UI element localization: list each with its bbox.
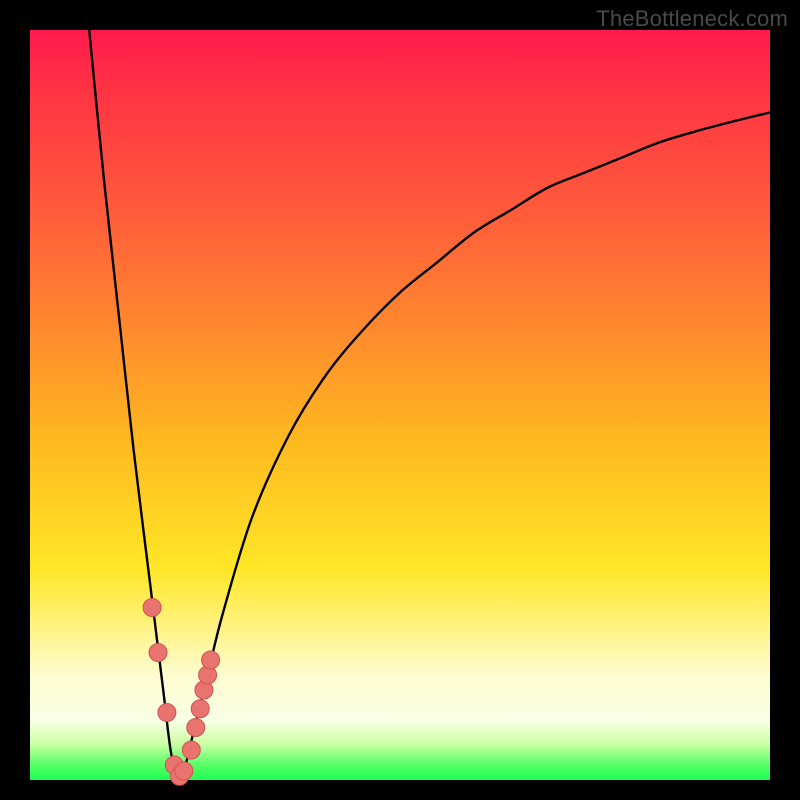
bottleneck-curve (89, 30, 770, 780)
valley-marker (158, 704, 176, 722)
chart-frame: TheBottleneck.com (0, 0, 800, 800)
valley-marker (175, 762, 193, 780)
valley-marker (202, 651, 220, 669)
valley-marker (143, 599, 161, 617)
watermark-text: TheBottleneck.com (596, 6, 788, 32)
valley-marker (149, 644, 167, 662)
valley-marker (182, 741, 200, 759)
plot-area (30, 30, 770, 780)
valley-marker (187, 719, 205, 737)
valley-marker (191, 700, 209, 718)
curve-layer (30, 30, 770, 780)
